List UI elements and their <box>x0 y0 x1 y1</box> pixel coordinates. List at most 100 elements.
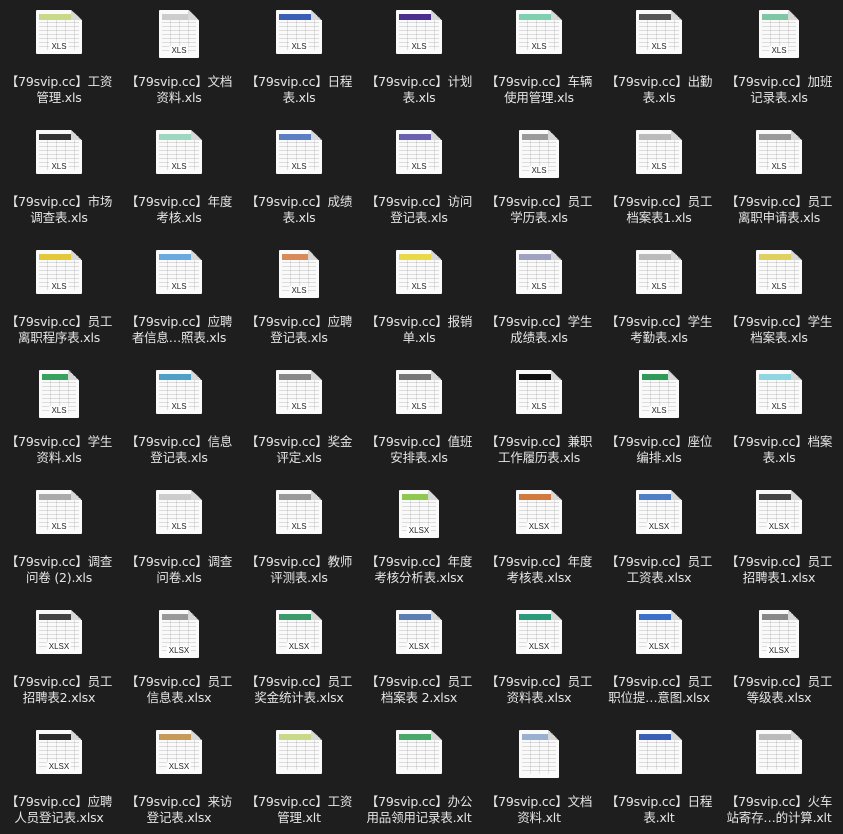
file-item[interactable]: XLS 【79svip.cc】市场 调查表.xls <box>0 124 118 234</box>
file-item[interactable]: XLSX 【79svip.cc】年度 考核分析表.xlsx <box>360 484 478 594</box>
file-item[interactable]: XLS 【79svip.cc】应聘 者信息…照表.xls <box>120 244 238 354</box>
file-name-label[interactable]: 【79svip.cc】出勤 表.xls <box>600 74 718 106</box>
file-name-label[interactable]: 【79svip.cc】调查 问卷 (2).xls <box>0 554 118 586</box>
file-item[interactable]: XLS 【79svip.cc】教师 评测表.xls <box>240 484 358 594</box>
file-name-label[interactable]: 【79svip.cc】年度 考核分析表.xlsx <box>360 554 478 586</box>
file-item[interactable]: XLS 【79svip.cc】员工 学历表.xls <box>480 124 598 234</box>
file-item[interactable]: XLS 【79svip.cc】访问 登记表.xls <box>360 124 478 234</box>
file-name-label[interactable]: 【79svip.cc】应聘 人员登记表.xlsx <box>0 794 118 826</box>
file-name-label[interactable]: 【79svip.cc】员工 离职程序表.xls <box>0 314 118 346</box>
file-item[interactable]: 【79svip.cc】文档 资料.xlt <box>480 724 598 834</box>
file-name-label[interactable]: 【79svip.cc】员工 奖金统计表.xlsx <box>240 674 358 706</box>
file-item[interactable]: XLS 【79svip.cc】成绩 表.xls <box>240 124 358 234</box>
file-item[interactable]: 【79svip.cc】日程 表.xlt <box>600 724 718 834</box>
file-name-label[interactable]: 【79svip.cc】日程 表.xls <box>240 74 358 106</box>
file-item[interactable]: XLSX 【79svip.cc】员工 信息表.xlsx <box>120 604 238 714</box>
file-name-label[interactable]: 【79svip.cc】火车 站寄存…的计算.xlt <box>720 794 838 826</box>
file-item[interactable]: XLSX 【79svip.cc】员工 职位提…意图.xlsx <box>600 604 718 714</box>
file-name-label[interactable]: 【79svip.cc】员工 学历表.xls <box>480 194 598 226</box>
file-name-label[interactable]: 【79svip.cc】应聘 登记表.xls <box>240 314 358 346</box>
file-item[interactable]: XLS 【79svip.cc】出勤 表.xls <box>600 4 718 114</box>
file-item[interactable]: XLS 【79svip.cc】应聘 登记表.xls <box>240 244 358 354</box>
file-item[interactable]: XLS 【79svip.cc】档案 表.xls <box>720 364 838 474</box>
file-name-label[interactable]: 【79svip.cc】员工 资料表.xlsx <box>480 674 598 706</box>
file-name-label[interactable]: 【79svip.cc】来访 登记表.xlsx <box>120 794 238 826</box>
file-item[interactable]: XLS 【79svip.cc】员工 档案表1.xls <box>600 124 718 234</box>
file-name-label[interactable]: 【79svip.cc】调查 问卷.xls <box>120 554 238 586</box>
file-item[interactable]: XLS 【79svip.cc】员工 离职程序表.xls <box>0 244 118 354</box>
file-name-label[interactable]: 【79svip.cc】应聘 者信息…照表.xls <box>120 314 238 346</box>
file-name-label[interactable]: 【79svip.cc】员工 离职申请表.xls <box>720 194 838 226</box>
file-name-label[interactable]: 【79svip.cc】学生 档案表.xls <box>720 314 838 346</box>
file-name-label[interactable]: 【79svip.cc】工资 管理.xlt <box>240 794 358 826</box>
file-name-label[interactable]: 【79svip.cc】文档 资料.xls <box>120 74 238 106</box>
file-item[interactable]: XLSX 【79svip.cc】员工 工资表.xlsx <box>600 484 718 594</box>
file-item[interactable]: XLS 【79svip.cc】工资 管理.xls <box>0 4 118 114</box>
file-name-label[interactable]: 【79svip.cc】学生 成绩表.xls <box>480 314 598 346</box>
file-name-label[interactable]: 【79svip.cc】座位 编排.xls <box>600 434 718 466</box>
file-name-label[interactable]: 【79svip.cc】加班 记录表.xls <box>720 74 838 106</box>
file-name-label[interactable]: 【79svip.cc】市场 调查表.xls <box>0 194 118 226</box>
file-item[interactable]: XLS 【79svip.cc】奖金 评定.xls <box>240 364 358 474</box>
file-name-label[interactable]: 【79svip.cc】值班 安排表.xls <box>360 434 478 466</box>
file-name-label[interactable]: 【79svip.cc】车辆 使用管理.xls <box>480 74 598 106</box>
file-item[interactable]: XLSX 【79svip.cc】来访 登记表.xlsx <box>120 724 238 834</box>
file-name-label[interactable]: 【79svip.cc】信息 登记表.xls <box>120 434 238 466</box>
file-item[interactable]: 【79svip.cc】工资 管理.xlt <box>240 724 358 834</box>
file-name-label[interactable]: 【79svip.cc】员工 工资表.xlsx <box>600 554 718 586</box>
file-name-label[interactable]: 【79svip.cc】员工 档案表1.xls <box>600 194 718 226</box>
file-item[interactable]: XLS 【79svip.cc】信息 登记表.xls <box>120 364 238 474</box>
file-item[interactable]: XLS 【79svip.cc】加班 记录表.xls <box>720 4 838 114</box>
file-item[interactable]: XLS 【79svip.cc】值班 安排表.xls <box>360 364 478 474</box>
file-item[interactable]: XLSX 【79svip.cc】员工 奖金统计表.xlsx <box>240 604 358 714</box>
file-name-label[interactable]: 【79svip.cc】员工 招聘表1.xlsx <box>720 554 838 586</box>
file-item[interactable]: XLS 【79svip.cc】调查 问卷.xls <box>120 484 238 594</box>
file-item[interactable]: XLSX 【79svip.cc】员工 档案表 2.xlsx <box>360 604 478 714</box>
file-name-label[interactable]: 【79svip.cc】年度 考核表.xlsx <box>480 554 598 586</box>
file-name-label[interactable]: 【79svip.cc】学生 考勤表.xls <box>600 314 718 346</box>
file-item[interactable]: XLS 【79svip.cc】日程 表.xls <box>240 4 358 114</box>
file-name-label[interactable]: 【79svip.cc】学生 资料.xls <box>0 434 118 466</box>
file-name-label[interactable]: 【79svip.cc】办公 用品领用记录表.xlt <box>360 794 478 826</box>
file-item[interactable]: XLS 【79svip.cc】计划 表.xls <box>360 4 478 114</box>
file-name-label[interactable]: 【79svip.cc】年度 考核.xls <box>120 194 238 226</box>
file-name-label[interactable]: 【79svip.cc】成绩 表.xls <box>240 194 358 226</box>
file-item[interactable]: XLS 【79svip.cc】兼职 工作履历表.xls <box>480 364 598 474</box>
file-item[interactable]: XLSX 【79svip.cc】员工 等级表.xlsx <box>720 604 838 714</box>
file-item[interactable]: XLS 【79svip.cc】学生 成绩表.xls <box>480 244 598 354</box>
file-item[interactable]: XLS 【79svip.cc】报销 单.xls <box>360 244 478 354</box>
file-name-label[interactable]: 【79svip.cc】员工 档案表 2.xlsx <box>360 674 478 706</box>
file-item[interactable]: XLS 【79svip.cc】年度 考核.xls <box>120 124 238 234</box>
file-name-label[interactable]: 【79svip.cc】员工 招聘表2.xlsx <box>0 674 118 706</box>
file-item[interactable]: XLS 【79svip.cc】文档 资料.xls <box>120 4 238 114</box>
file-name-label[interactable]: 【79svip.cc】文档 资料.xlt <box>480 794 598 826</box>
file-name-label[interactable]: 【79svip.cc】日程 表.xlt <box>600 794 718 826</box>
file-item[interactable]: XLSX 【79svip.cc】年度 考核表.xlsx <box>480 484 598 594</box>
file-item[interactable]: XLS 【79svip.cc】学生 考勤表.xls <box>600 244 718 354</box>
file-name-label[interactable]: 【79svip.cc】奖金 评定.xls <box>240 434 358 466</box>
file-item[interactable]: XLSX 【79svip.cc】员工 招聘表2.xlsx <box>0 604 118 714</box>
file-item[interactable]: 【79svip.cc】办公 用品领用记录表.xlt <box>360 724 478 834</box>
file-item[interactable]: XLS 【79svip.cc】员工 离职申请表.xls <box>720 124 838 234</box>
file-name-label[interactable]: 【79svip.cc】工资 管理.xls <box>0 74 118 106</box>
file-item[interactable]: XLS 【79svip.cc】座位 编排.xls <box>600 364 718 474</box>
file-item[interactable]: XLSX 【79svip.cc】应聘 人员登记表.xlsx <box>0 724 118 834</box>
file-name-label[interactable]: 【79svip.cc】报销 单.xls <box>360 314 478 346</box>
file-thumbnail: XLS <box>639 370 679 418</box>
file-name-label[interactable]: 【79svip.cc】兼职 工作履历表.xls <box>480 434 598 466</box>
file-name-label[interactable]: 【79svip.cc】员工 等级表.xlsx <box>720 674 838 706</box>
file-item[interactable]: XLSX 【79svip.cc】员工 资料表.xlsx <box>480 604 598 714</box>
file-item[interactable]: 【79svip.cc】火车 站寄存…的计算.xlt <box>720 724 838 834</box>
file-name-label[interactable]: 【79svip.cc】员工 职位提…意图.xlsx <box>600 674 718 706</box>
file-item[interactable]: XLS 【79svip.cc】学生 资料.xls <box>0 364 118 474</box>
file-name-label[interactable]: 【79svip.cc】访问 登记表.xls <box>360 194 478 226</box>
spreadsheet-icon: XLS <box>274 10 324 60</box>
file-name-label[interactable]: 【79svip.cc】员工 信息表.xlsx <box>120 674 238 706</box>
file-name-label[interactable]: 【79svip.cc】计划 表.xls <box>360 74 478 106</box>
file-item[interactable]: XLS 【79svip.cc】调查 问卷 (2).xls <box>0 484 118 594</box>
file-name-label[interactable]: 【79svip.cc】教师 评测表.xls <box>240 554 358 586</box>
file-item[interactable]: XLSX 【79svip.cc】员工 招聘表1.xlsx <box>720 484 838 594</box>
file-item[interactable]: XLS 【79svip.cc】学生 档案表.xls <box>720 244 838 354</box>
file-item[interactable]: XLS 【79svip.cc】车辆 使用管理.xls <box>480 4 598 114</box>
file-name-label[interactable]: 【79svip.cc】档案 表.xls <box>720 434 838 466</box>
